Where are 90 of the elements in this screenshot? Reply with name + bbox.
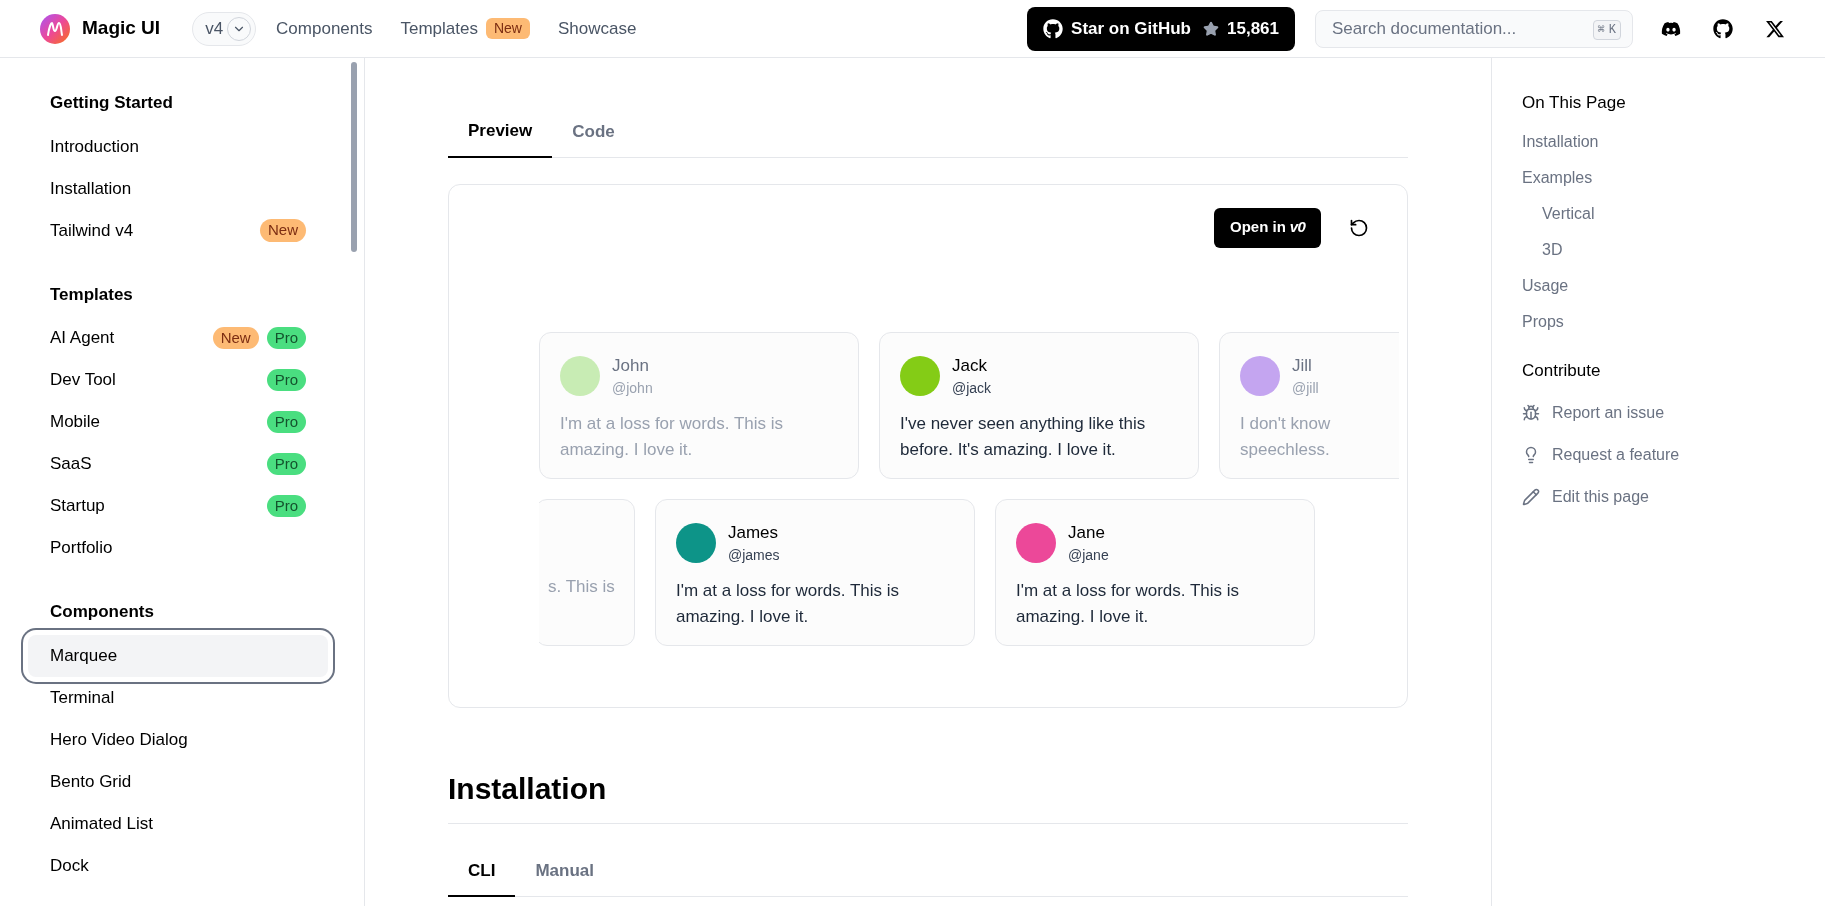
nav-link[interactable]: Templates (400, 15, 478, 42)
user-handle: @john (612, 379, 653, 398)
item-label: Startup (50, 495, 106, 518)
testimonial-text: s. This is (548, 575, 616, 598)
pro-badge: Pro (266, 410, 306, 434)
pencil-icon (1522, 488, 1540, 506)
user-name: John (612, 354, 650, 377)
sidebar-item[interactable]: Animated List (28, 802, 328, 845)
github-icon[interactable] (1713, 18, 1733, 39)
new-badge: New (212, 326, 259, 350)
sidebar-item[interactable]: Tailwind v4 New (28, 209, 328, 252)
open-in-v0-button[interactable]: Open in v0 (1213, 207, 1321, 248)
sidebar-item[interactable]: Portfolio (28, 527, 328, 569)
version-select[interactable]: v4 (192, 11, 257, 46)
testimonial-text: I'm at a loss for words. This is amazing. I love it. (560, 413, 785, 461)
sidebar-item[interactable]: SaaS Pro (28, 443, 328, 485)
section-title: Templates (49, 283, 134, 306)
user-name: Jack (952, 354, 988, 377)
sidebar-item[interactable]: Dock (28, 844, 328, 887)
toc-link[interactable]: Props (1522, 309, 1825, 334)
section-title: Components (49, 601, 155, 623)
toc-link[interactable]: 3D (1522, 237, 1825, 262)
sidebar-item[interactable]: AI Agent New Pro (28, 317, 328, 359)
toc-link[interactable]: Installation (1522, 129, 1825, 154)
bug-icon (1522, 404, 1540, 422)
toc-title: On This Page (1522, 92, 1627, 114)
nav-link[interactable]: Showcase (558, 15, 637, 42)
sidebar-item[interactable]: Startup Pro (28, 485, 328, 527)
item-label: Bento Grid (50, 770, 133, 793)
star-count: 15,861 (1227, 17, 1279, 40)
item-label: Terminal (50, 686, 116, 709)
toc-link[interactable]: Usage (1522, 273, 1825, 298)
item-label: AI Agent (50, 327, 116, 350)
contribute-link[interactable]: Edit this page (1522, 485, 1825, 509)
item-label: Dev Tool (50, 369, 117, 392)
testimonial-text: I've never seen anything like this before. It's amazing. I love it. (900, 413, 1147, 461)
sidebar-item[interactable]: Dev Tool Pro (28, 359, 328, 401)
tab[interactable]: CLI (448, 845, 516, 897)
item-label: Animated List (50, 812, 154, 835)
sidebar-item[interactable]: Terminal (28, 676, 328, 719)
user-handle: @jack (952, 379, 992, 398)
sidebar-item[interactable]: Hero Video Dialog (28, 718, 328, 761)
toc-link[interactable]: Examples (1522, 165, 1825, 190)
item-label: Portfolio (50, 537, 114, 560)
reload-icon[interactable] (1349, 217, 1369, 238)
user-name: Jane (1068, 521, 1106, 544)
item-label: Dock (50, 854, 90, 877)
sidebar-item[interactable]: Bento Grid (28, 760, 328, 803)
pro-badge: Pro (266, 326, 306, 350)
section-heading: Installation (448, 765, 1408, 824)
tab[interactable]: Code (552, 106, 635, 157)
testimonial-text: I'm at a loss for words. This is amazing. I love it. (676, 580, 901, 628)
user-handle: @jill (1292, 379, 1319, 398)
scrollbar-thumb[interactable] (351, 62, 357, 252)
contribute-link[interactable]: Report an issue (1522, 401, 1825, 425)
github-star-button[interactable]: Star on GitHub 15,861 (1027, 6, 1295, 51)
new-badge: New (485, 18, 530, 39)
pro-badge: Pro (266, 452, 306, 476)
nav-link[interactable]: Components (276, 15, 373, 42)
contribute-title: Contribute (1522, 359, 1602, 382)
github-icon (1043, 18, 1064, 39)
pro-badge: Pro (266, 368, 306, 392)
sidebar-item[interactable]: Introduction (28, 125, 328, 168)
sidebar-item[interactable]: Mobile Pro (28, 401, 328, 443)
tab[interactable]: Preview (448, 106, 553, 158)
item-label: SaaS (50, 453, 93, 476)
item-label: Hero Video Dialog (50, 728, 189, 751)
star-icon (1203, 20, 1219, 37)
user-handle: @james (728, 546, 780, 565)
section-title: Getting Started (49, 92, 174, 114)
brand-name: Magic UI (82, 16, 161, 41)
user-handle: @jane (1068, 546, 1109, 565)
sidebar-item[interactable]: Installation (28, 167, 328, 210)
x-icon[interactable] (1765, 18, 1785, 39)
pro-badge: Pro (266, 494, 306, 518)
item-label: Installation (50, 177, 133, 200)
item-label: Mobile (50, 411, 102, 434)
user-name: James (728, 521, 780, 544)
item-label: Introduction (50, 135, 140, 158)
contribute-link[interactable]: Request a feature (1522, 443, 1825, 467)
logo-icon (40, 13, 70, 44)
button-label: Star on GitHub (1071, 17, 1191, 40)
user-name: Jill (1292, 354, 1313, 377)
tab[interactable]: Manual (515, 845, 614, 896)
testimonial-text: I'm at a loss for words. This is amazing. I love it. (1016, 580, 1241, 628)
item-label: Marquee (50, 644, 119, 667)
testimonial-text: I don't know speechless. (1240, 413, 1332, 461)
toc-link[interactable]: Vertical (1522, 201, 1825, 226)
item-label: Tailwind v4 (50, 219, 135, 242)
new-badge: New (260, 219, 306, 242)
